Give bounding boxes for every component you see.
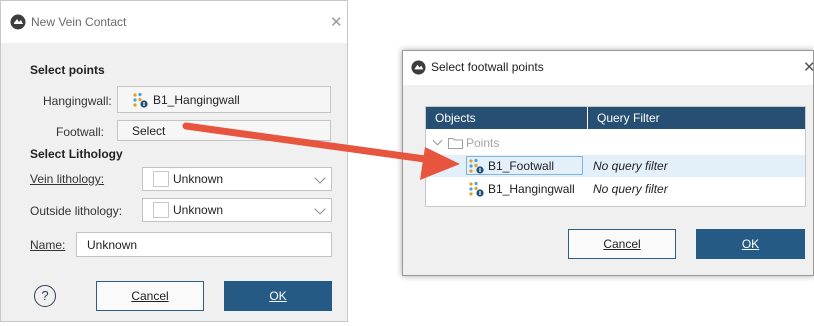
row-filter: No query filter bbox=[593, 159, 668, 173]
vein-lithology-label: Vein lithology: bbox=[30, 172, 105, 186]
new-vein-contact-dialog: New Vein Contact ✕ Select points Hanging… bbox=[0, 0, 348, 322]
cancel-label: Cancel bbox=[603, 237, 641, 251]
section-select-lithology: Select Lithology bbox=[30, 147, 123, 161]
ok-label: OK bbox=[741, 237, 760, 251]
hangingwall-value: B1_Hangingwall bbox=[153, 93, 240, 107]
table-row[interactable]: B1_Footwall No query filter bbox=[426, 155, 805, 177]
select-footwall-points-dialog: Select footwall points ✕ Objects Query F… bbox=[402, 50, 814, 276]
ok-label: OK bbox=[269, 289, 287, 303]
dialog-title: New Vein Contact bbox=[31, 15, 127, 29]
footwall-label: Footwall: bbox=[56, 125, 105, 139]
outside-lithology-select[interactable]: Unknown bbox=[142, 198, 332, 222]
row-filter: No query filter bbox=[593, 182, 668, 196]
column-divider bbox=[587, 107, 588, 129]
close-icon[interactable]: ✕ bbox=[330, 13, 343, 31]
row-name: B1_Hangingwall bbox=[488, 182, 575, 196]
name-label: Name: bbox=[30, 238, 66, 252]
name-value: Unknown bbox=[87, 238, 138, 252]
column-header-objects: Objects bbox=[435, 111, 476, 125]
footwall-select-label: Select bbox=[132, 124, 166, 138]
hangingwall-field[interactable]: B1_Hangingwall bbox=[117, 86, 331, 113]
hangingwall-label: Hangingwall: bbox=[43, 94, 112, 108]
cancel-button[interactable]: Cancel bbox=[96, 281, 204, 311]
close-icon[interactable]: ✕ bbox=[803, 58, 814, 76]
row-name: B1_Footwall bbox=[488, 159, 555, 173]
vein-lithology-select[interactable]: Unknown bbox=[142, 167, 332, 191]
points-icon bbox=[133, 92, 148, 108]
ok-button[interactable]: OK bbox=[696, 229, 805, 259]
app-icon bbox=[411, 60, 426, 75]
outside-lithology-value: Unknown bbox=[173, 203, 224, 217]
color-swatch bbox=[153, 171, 169, 187]
chevron-down-icon bbox=[314, 172, 326, 184]
title-bar: New Vein Contact ✕ bbox=[1, 1, 347, 43]
column-header-query-filter: Query Filter bbox=[597, 111, 660, 125]
chevron-down-icon[interactable] bbox=[432, 135, 443, 146]
tree-folder-row[interactable]: Points bbox=[426, 134, 805, 156]
folder-icon bbox=[448, 138, 463, 149]
cancel-label: Cancel bbox=[131, 289, 169, 303]
points-icon bbox=[469, 158, 484, 174]
vein-lithology-value: Unknown bbox=[173, 172, 224, 186]
section-select-points: Select points bbox=[30, 63, 105, 77]
name-input[interactable]: Unknown bbox=[76, 232, 332, 257]
cancel-button[interactable]: Cancel bbox=[568, 229, 676, 259]
table-row[interactable]: B1_Hangingwall No query filter bbox=[426, 178, 805, 200]
ok-button[interactable]: OK bbox=[224, 281, 332, 311]
objects-table: Objects Query Filter Points B1_Footwall … bbox=[425, 106, 806, 207]
folder-label: Points bbox=[466, 136, 500, 150]
color-swatch bbox=[153, 202, 169, 218]
app-icon bbox=[10, 14, 26, 30]
title-bar: Select footwall points ✕ bbox=[403, 51, 814, 85]
chevron-down-icon bbox=[314, 203, 326, 215]
help-icon[interactable]: ? bbox=[34, 285, 56, 307]
points-icon bbox=[469, 181, 484, 197]
table-header: Objects Query Filter bbox=[426, 107, 805, 129]
footwall-select-button[interactable]: Select bbox=[117, 120, 331, 141]
dialog-title: Select footwall points bbox=[431, 60, 544, 74]
outside-lithology-label: Outside lithology: bbox=[30, 204, 123, 218]
